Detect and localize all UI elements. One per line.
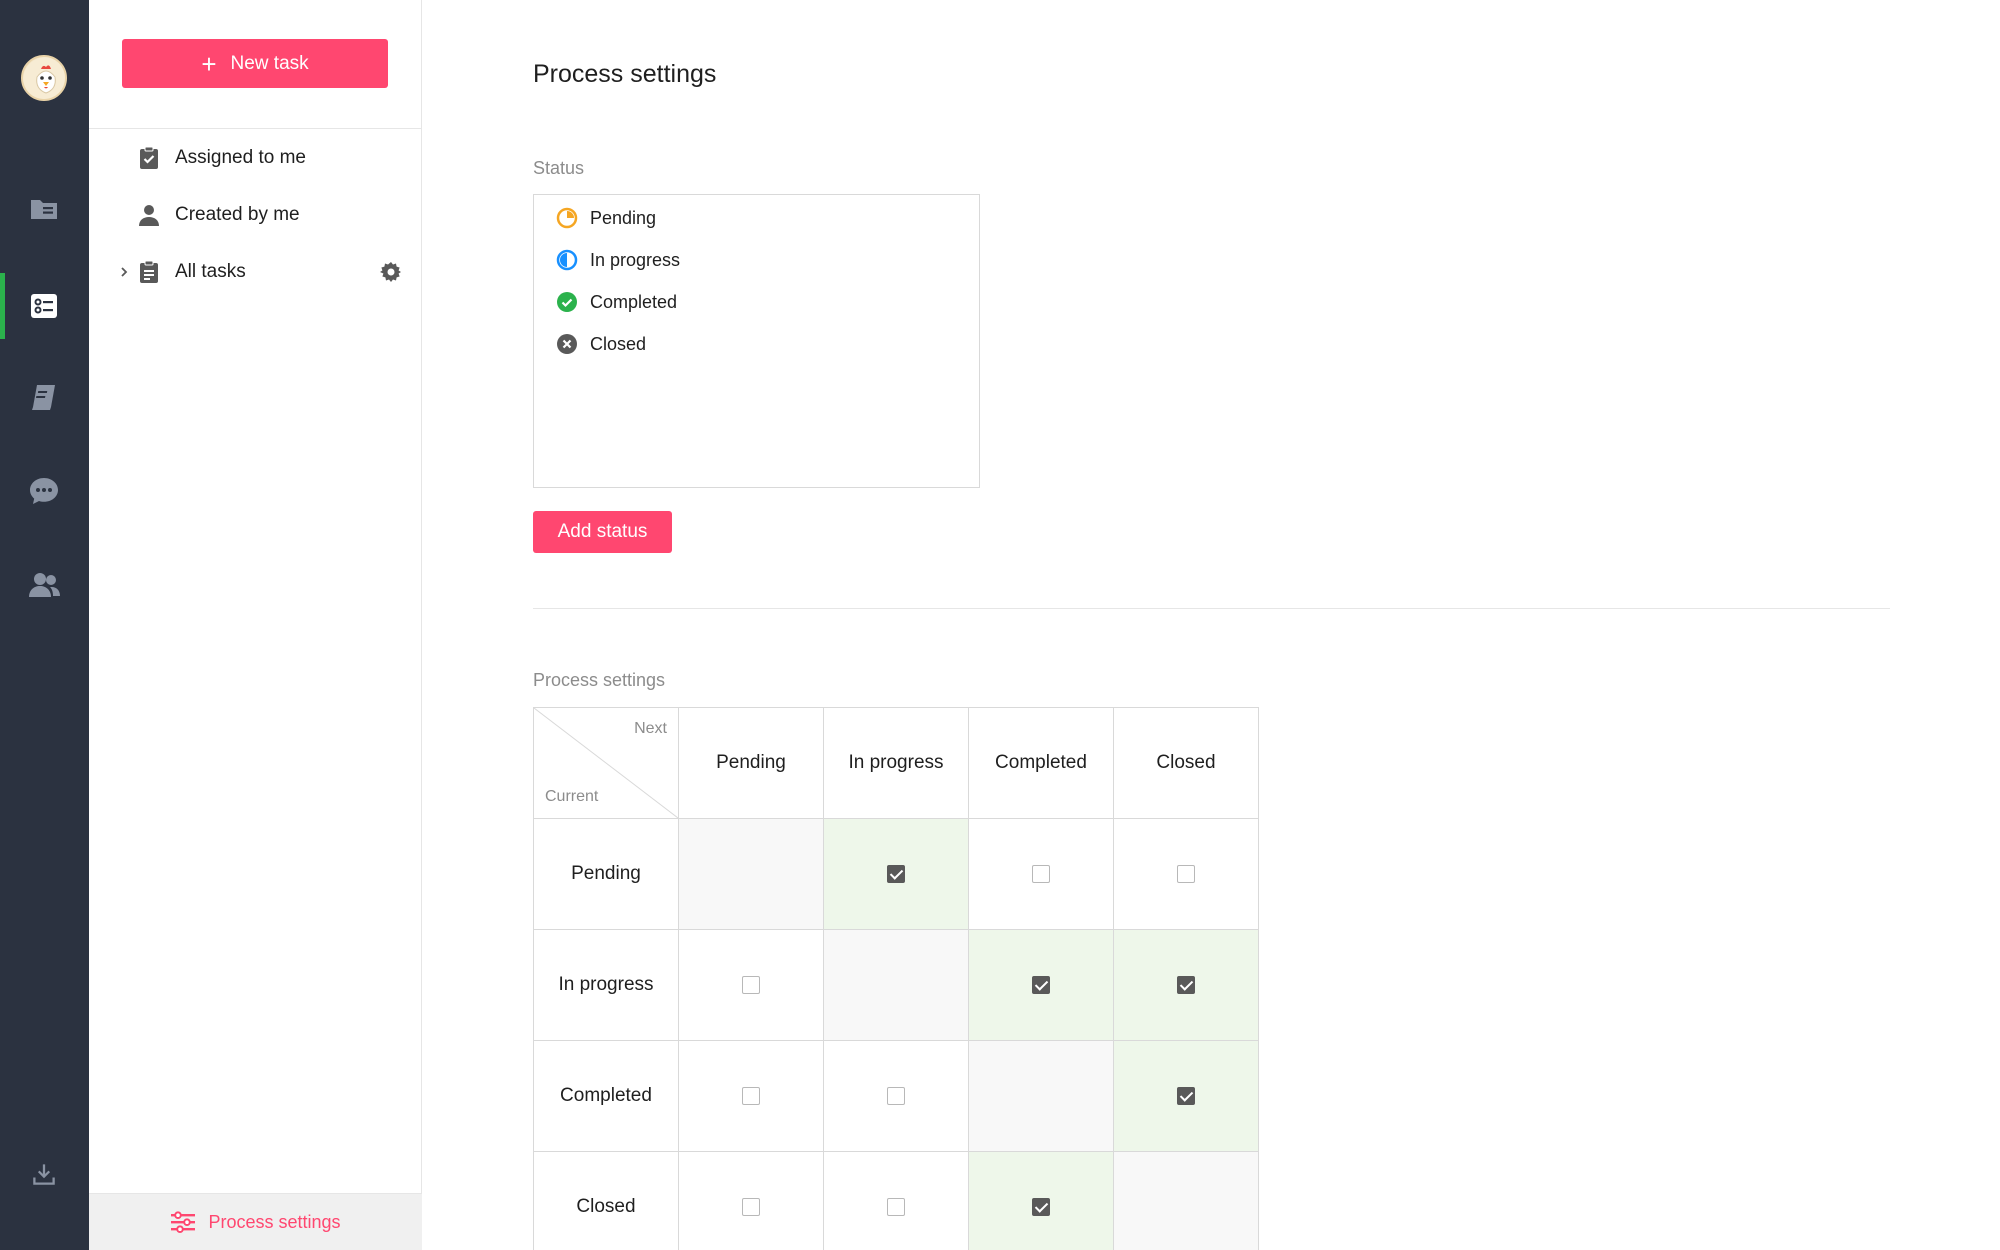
status-label: Closed [590,333,647,354]
download-icon[interactable] [27,1157,61,1191]
process-section-label: Process settings [533,670,666,690]
matrix-cell [1113,1040,1259,1152]
avatar[interactable] [21,55,67,101]
new-task-label: New task [230,52,309,74]
sliders-icon [171,1211,196,1233]
sidebar-item-label: Assigned to me [175,147,306,168]
matrix-cell-disabled [823,929,969,1041]
transition-checkbox-checked[interactable] [1032,975,1050,994]
completed-icon [557,292,577,312]
gear-icon[interactable] [379,260,403,284]
transition-checkbox[interactable] [1177,864,1195,883]
matrix-row-header: Pending [533,818,679,930]
sidebar-item-label: Created by me [175,204,300,225]
files-icon[interactable] [27,192,61,226]
status-item-pending[interactable]: Pending [556,203,656,233]
matrix-cell [1113,929,1259,1041]
clipboard-check-icon [140,146,158,169]
chicken-avatar-icon [23,57,65,99]
matrix-column-header: In progress [823,707,969,819]
matrix-row-header: Closed [533,1151,679,1250]
transition-checkbox-checked[interactable] [1177,975,1195,994]
matrix-row-header: In progress [533,929,679,1041]
transition-checkbox[interactable] [742,1197,760,1216]
transition-checkbox[interactable] [887,1197,905,1216]
matrix-corner: Next Current [533,707,679,819]
process-settings-label: Process settings [208,1211,341,1232]
transition-checkbox-checked[interactable] [1032,1197,1050,1216]
plus-icon: + [201,48,217,79]
matrix-cell-disabled [968,1040,1114,1152]
sidebar-item-label: All tasks [175,261,246,282]
status-label: In progress [590,249,681,270]
matrix-cell [823,818,969,930]
process-settings-link[interactable]: Process settings [89,1193,422,1250]
status-list: Pending In progress Completed Closed [533,194,980,488]
sidebar-item-all-tasks[interactable]: All tasks [89,250,422,294]
matrix-cell [678,1151,824,1250]
matrix-column-header: Completed [968,707,1114,819]
matrix-cell [1113,818,1259,930]
matrix-cell [823,1151,969,1250]
tasks-icon[interactable] [27,289,61,323]
pending-icon [556,207,578,229]
transition-checkbox[interactable] [887,1086,905,1105]
matrix-cell [968,1151,1114,1250]
members-icon[interactable] [27,568,61,602]
matrix-column-header: Closed [1113,707,1259,819]
chevron-right-icon[interactable] [116,262,132,282]
matrix-row: Closed [533,1151,1259,1250]
matrix-row-header: Completed [533,1040,679,1152]
main-content: Process settings Status Pending In progr… [422,0,2000,1250]
section-divider [533,608,1890,609]
status-item-closed[interactable]: Closed [556,329,646,359]
task-sidebar: + New task Assigned to me Created by me … [89,0,422,1250]
matrix-cell [968,929,1114,1041]
notebook-icon[interactable] [27,380,61,414]
transition-checkbox[interactable] [742,1086,760,1105]
matrix-cell [678,929,824,1041]
app-rail [0,0,89,1250]
matrix-cell [678,1040,824,1152]
page-title: Process settings [533,60,717,88]
transition-checkbox[interactable] [1032,864,1050,883]
clipboard-list-icon [140,260,158,283]
user-icon [139,205,159,226]
add-status-button[interactable]: Add status [533,511,672,553]
active-indicator [0,273,5,339]
matrix-row: Pending [533,818,1259,930]
transition-checkbox-checked[interactable] [887,864,905,883]
matrix-row: In progress [533,929,1259,1041]
status-section-label: Status [533,158,585,178]
matrix-cell [968,818,1114,930]
sidebar-item-created-by-me[interactable]: Created by me [89,193,422,237]
sidebar-divider [89,128,422,129]
status-label: Pending [590,207,657,228]
matrix-cell-disabled [1113,1151,1259,1250]
next-label: Next [634,720,667,737]
sidebar-item-assigned-to-me[interactable]: Assigned to me [89,136,422,180]
transition-checkbox-checked[interactable] [1177,1086,1195,1105]
status-item-completed[interactable]: Completed [556,287,677,317]
matrix-row: Completed [533,1040,1259,1152]
chat-icon[interactable] [27,474,61,508]
matrix-header-row: Next Current Pending In progress Complet… [533,707,1259,819]
matrix-cell-disabled [678,818,824,930]
current-label: Current [545,788,599,805]
status-item-in-progress[interactable]: In progress [556,245,680,275]
matrix-column-header: Pending [678,707,824,819]
status-label: Completed [590,291,678,312]
new-task-button[interactable]: + New task [122,39,388,88]
transition-matrix: Next Current Pending In progress Complet… [533,707,1259,1250]
transition-checkbox[interactable] [742,975,760,994]
closed-icon [557,334,577,354]
matrix-cell [823,1040,969,1152]
in-progress-icon [556,249,578,271]
